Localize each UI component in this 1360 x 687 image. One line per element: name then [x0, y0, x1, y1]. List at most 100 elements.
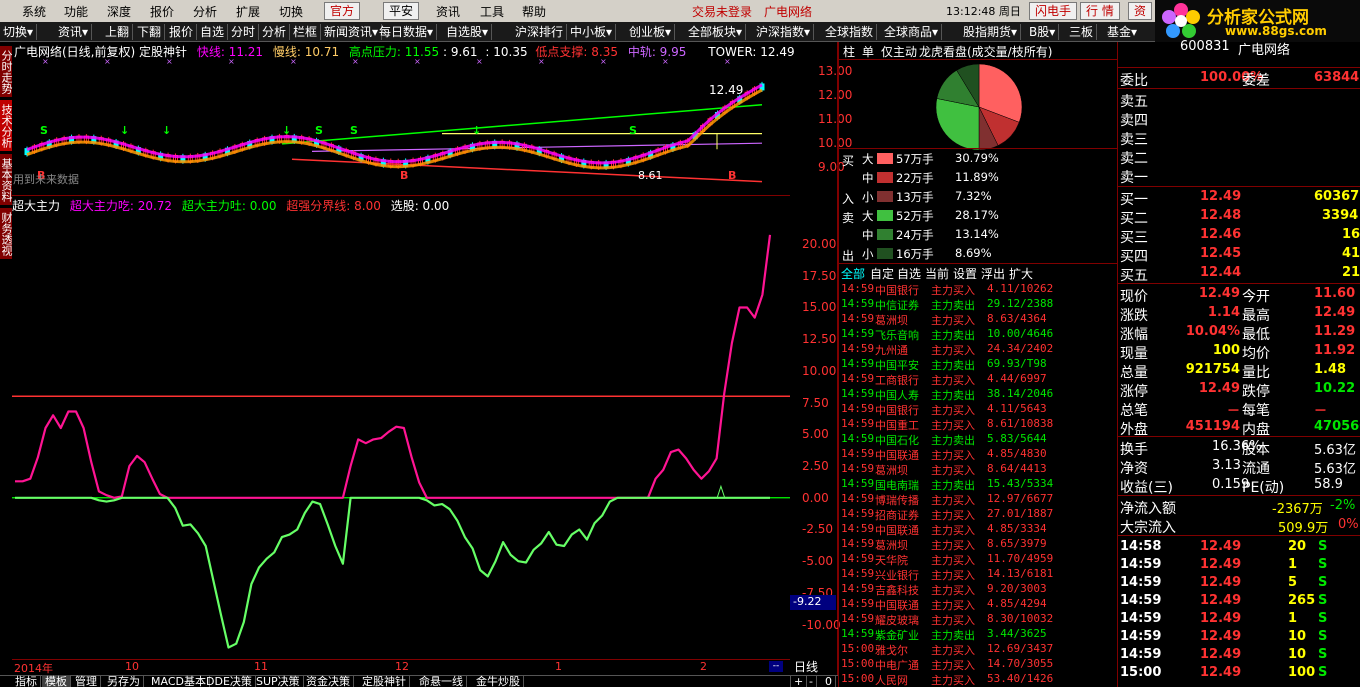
- filter-settings[interactable]: 设置: [953, 265, 977, 282]
- menu-news[interactable]: 资讯: [436, 3, 460, 20]
- btab-bull[interactable]: 金牛炒股: [473, 675, 524, 687]
- btab-thread[interactable]: 命悬一线: [416, 675, 467, 687]
- menu-analysis[interactable]: 分析: [193, 3, 217, 20]
- menu-help[interactable]: 帮助: [522, 3, 546, 20]
- trade-stock: 葛洲坝: [875, 539, 908, 552]
- toolbar-ranking[interactable]: 沪深排行: [512, 24, 568, 40]
- menu-pingan[interactable]: 平安: [383, 2, 420, 20]
- toolbar-self-select[interactable]: 自选股▾: [443, 24, 493, 40]
- tick-vol: 20: [1288, 539, 1307, 554]
- stat-value: 10.22: [1314, 381, 1356, 396]
- toolbar-quote[interactable]: 报价: [166, 24, 198, 40]
- bid-row: 买二 12.48 3394: [1120, 208, 1359, 227]
- btab-sup[interactable]: SUP决策: [253, 675, 304, 687]
- toolbar-news-info[interactable]: 新闻资讯▾: [321, 24, 383, 40]
- kline-chart[interactable]: S ↓ S S ↓ S↓↓B B B× × × × × × × × × × × ×: [12, 42, 790, 192]
- toolbar-all-sectors[interactable]: 全部板块▾: [685, 24, 747, 40]
- filter-current[interactable]: 当前: [925, 265, 949, 282]
- trade-type: 主力买入: [931, 659, 975, 672]
- toolbar-page-down[interactable]: 下翻: [134, 24, 166, 40]
- period-label[interactable]: 日线: [794, 658, 818, 675]
- scroll-end-marker[interactable]: --: [769, 661, 783, 672]
- toolbar-daily-data[interactable]: 每日数据▾: [376, 24, 438, 40]
- btab-macd[interactable]: MACD基本: [148, 675, 210, 687]
- trade-login-status[interactable]: 交易未登录: [692, 3, 752, 20]
- toolbar-commodity[interactable]: 全球商品▾: [881, 24, 943, 40]
- toolbar-sme-board[interactable]: 中小板▾: [567, 24, 617, 40]
- toolbar-futures[interactable]: 股指期货▾: [960, 24, 1022, 40]
- toolbar-news[interactable]: 资讯▾: [55, 24, 93, 40]
- vtab-fundamental[interactable]: 基本资料: [0, 154, 13, 206]
- menu-tools[interactable]: 工具: [480, 3, 504, 20]
- menu-extend[interactable]: 扩展: [236, 3, 260, 20]
- menu-switch[interactable]: 切换: [279, 3, 303, 20]
- trade-time: 14:59: [841, 357, 875, 370]
- toolbar-global-index[interactable]: 全球指数: [822, 24, 878, 40]
- tab-active-only[interactable]: 仅主动: [881, 43, 917, 60]
- tab-dragon-tiger[interactable]: 龙虎看盘(成交量/枝所有): [919, 43, 1052, 60]
- tick-vol: 10: [1288, 647, 1307, 662]
- filter-all[interactable]: 全部: [841, 265, 865, 282]
- zoom-out-icon[interactable]: -: [806, 675, 817, 687]
- trade-type: 主力买入: [931, 374, 975, 387]
- trade-type: 主力卖出: [931, 434, 975, 447]
- tick-time: 14:59: [1120, 575, 1162, 590]
- tab-bar[interactable]: 柱: [843, 43, 855, 60]
- vtab-technical[interactable]: 技术分析: [0, 100, 13, 152]
- stat-label: 现量: [1120, 346, 1148, 362]
- menu-official[interactable]: 官方: [324, 2, 361, 20]
- future-data-watermark: 用到未来数据: [13, 173, 79, 186]
- tick-side: S: [1318, 665, 1328, 680]
- sell-signal-icon: S: [315, 124, 323, 137]
- big-flow-row: 大宗流入 509.9万 0%: [1120, 517, 1359, 536]
- trade-type: 主力买入: [931, 404, 975, 417]
- menu-quote[interactable]: 报价: [150, 3, 174, 20]
- toolbar-gem-board[interactable]: 创业板▾: [626, 24, 676, 40]
- zoom-in-icon[interactable]: +: [790, 675, 808, 687]
- info-button[interactable]: 资: [1128, 2, 1153, 20]
- toolbar-page-up[interactable]: 上翻: [102, 24, 134, 40]
- tab-single[interactable]: 单: [862, 43, 874, 60]
- filter-expand[interactable]: 扩大: [1009, 265, 1033, 282]
- stock-code: 600831: [1180, 39, 1230, 54]
- toolbar-b-share[interactable]: B股▾: [1026, 24, 1060, 40]
- toolbar-index[interactable]: 沪深指数▾: [753, 24, 815, 40]
- tick-price: 12.49: [1200, 665, 1242, 680]
- toolbar-switch[interactable]: 切换▾: [0, 24, 38, 40]
- indicator-chart[interactable]: [12, 195, 790, 657]
- btab-template[interactable]: 模板: [42, 675, 71, 687]
- stat-row: 现价 12.49 今开 11.60: [1118, 285, 1360, 305]
- chart-area[interactable]: 广电网络(日线,前复权) 定股神针 快线: 11.21 慢线: 10.71 高点…: [12, 42, 838, 675]
- filter-custom[interactable]: 自定: [870, 265, 894, 282]
- toolbar-analysis[interactable]: 分析: [259, 24, 291, 40]
- indicator-tick: 0.00: [802, 490, 829, 505]
- trade-price-vol: 8.30/10032: [987, 612, 1054, 625]
- btab-dde[interactable]: DDE决策: [203, 675, 256, 687]
- toolbar-fund[interactable]: 基金▾: [1104, 24, 1140, 40]
- toolbar-panels[interactable]: 栏框: [290, 24, 322, 40]
- btab-manage[interactable]: 管理: [72, 675, 101, 687]
- quote-button[interactable]: 行 情: [1080, 2, 1120, 20]
- vtab-financial[interactable]: 财务透视: [0, 208, 13, 260]
- filter-watchlist[interactable]: 自选: [897, 265, 921, 282]
- vtab-intraday[interactable]: 分时走势: [0, 46, 13, 98]
- filter-float[interactable]: 浮出: [981, 265, 1005, 282]
- trade-time: 14:59: [841, 477, 875, 490]
- menu-function[interactable]: 功能: [64, 3, 88, 20]
- trade-row: 14:59 博瑞传播 主力买入 12.97/6677: [841, 492, 1118, 507]
- btab-indicator[interactable]: 指标: [12, 675, 41, 687]
- flash-trade-button[interactable]: 闪电手: [1029, 2, 1078, 20]
- menu-system[interactable]: 系统: [22, 3, 46, 20]
- stat-label: 现价: [1120, 289, 1148, 305]
- trade-type: 主力卖出: [931, 359, 975, 372]
- toolbar-intraday[interactable]: 分时: [228, 24, 260, 40]
- weibi-row: 委比 100.00% 委差 63844: [1120, 70, 1360, 89]
- zoom-reset-icon[interactable]: 0: [822, 675, 836, 687]
- menu-depth[interactable]: 深度: [107, 3, 131, 20]
- toolbar-watchlist[interactable]: 自选: [197, 24, 229, 40]
- btab-save-as[interactable]: 另存为: [104, 675, 144, 687]
- btab-capital[interactable]: 资金决策: [303, 675, 354, 687]
- toolbar-third-board[interactable]: 三板: [1066, 24, 1098, 40]
- trade-price-vol: 8.65/3979: [987, 537, 1047, 550]
- btab-needle[interactable]: 定股神针: [359, 675, 410, 687]
